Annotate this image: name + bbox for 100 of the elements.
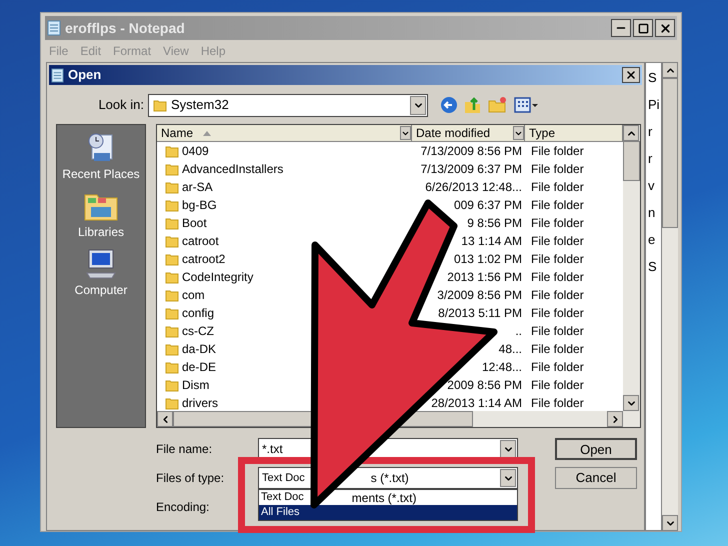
dialog-title: Open bbox=[68, 66, 102, 84]
look-in-label: Look in: bbox=[97, 96, 145, 114]
folder-icon bbox=[165, 252, 179, 266]
file-type: File folder bbox=[530, 215, 584, 232]
cancel-button[interactable]: Cancel bbox=[555, 467, 637, 489]
date-modified: 2013 1:56 PM bbox=[447, 269, 522, 286]
open-button[interactable]: Open bbox=[555, 438, 637, 460]
file-type: File folder bbox=[530, 269, 584, 286]
file-name[interactable]: drivers bbox=[182, 394, 218, 412]
scroll-up-button[interactable] bbox=[623, 125, 639, 141]
column-header[interactable]: Name bbox=[157, 125, 412, 141]
option-text: Text Doc bbox=[261, 490, 304, 506]
file-type: File folder bbox=[530, 341, 584, 358]
option-text: ments (*.txt) bbox=[352, 490, 416, 506]
date-modified: 13 1:14 AM bbox=[461, 233, 522, 250]
folder-icon bbox=[165, 198, 179, 212]
file-name[interactable]: CodeIntegrity bbox=[182, 268, 254, 286]
close-icon bbox=[625, 69, 638, 81]
folder-icon bbox=[153, 98, 167, 112]
file-type: File folder bbox=[530, 377, 584, 394]
file-name[interactable]: com bbox=[182, 286, 205, 304]
sort-up-icon bbox=[203, 130, 212, 136]
file-name[interactable]: bg-BG bbox=[182, 196, 217, 214]
date-modified: 8/2013 5:11 PM bbox=[438, 305, 522, 322]
back-icon[interactable] bbox=[440, 96, 458, 114]
column-header[interactable]: Date modified bbox=[412, 125, 525, 141]
date-modified: 9 8:56 PM bbox=[467, 215, 522, 232]
option-text: All Files bbox=[261, 505, 300, 520]
file-name[interactable]: da-DK bbox=[182, 340, 216, 358]
file-name[interactable]: 0409 bbox=[182, 142, 209, 160]
place-item[interactable]: Computer bbox=[74, 247, 128, 299]
folder-icon bbox=[165, 360, 179, 374]
vertical-scrollbar[interactable] bbox=[662, 62, 678, 531]
file-name[interactable]: de-DE bbox=[182, 358, 216, 376]
date-modified: 12:48... bbox=[482, 359, 522, 376]
file-name[interactable]: cs-CZ bbox=[182, 322, 214, 340]
file-type: File folder bbox=[530, 305, 584, 322]
file-name[interactable]: Boot bbox=[182, 214, 207, 232]
text-fragment: Pi bbox=[648, 98, 661, 111]
file-type-option[interactable]: All Files bbox=[259, 505, 517, 520]
scroll-thumb[interactable] bbox=[623, 141, 640, 181]
file-type: File folder bbox=[530, 161, 584, 178]
notepad-icon bbox=[47, 20, 61, 36]
view-menu-icon[interactable] bbox=[514, 96, 538, 114]
close-icon bbox=[658, 22, 672, 34]
date-modified: 48... bbox=[498, 341, 522, 358]
minimize-button[interactable] bbox=[611, 19, 631, 37]
file-type: File folder bbox=[530, 323, 584, 340]
text-fragment: S bbox=[648, 71, 658, 84]
maximize-button[interactable] bbox=[633, 19, 653, 37]
folder-icon bbox=[165, 270, 179, 284]
scroll-thumb[interactable] bbox=[662, 78, 678, 228]
date-modified: 009 6:37 PM bbox=[454, 197, 522, 214]
folder-icon bbox=[165, 306, 179, 320]
file-type: File folder bbox=[530, 179, 584, 196]
text-fragment: S bbox=[648, 260, 658, 273]
file-name[interactable]: catroot2 bbox=[182, 250, 226, 268]
text-fragment: v bbox=[648, 179, 656, 192]
folder-icon bbox=[165, 180, 179, 194]
file-type: File folder bbox=[530, 197, 584, 214]
look-in-dropdown[interactable]: System32 bbox=[148, 94, 428, 116]
scroll-left-button[interactable] bbox=[157, 411, 173, 427]
file-name[interactable]: ar-SA bbox=[182, 178, 213, 196]
place-item[interactable]: Libraries bbox=[78, 189, 124, 241]
vertical-scrollbar[interactable] bbox=[623, 125, 640, 411]
file-type: File folder bbox=[530, 251, 584, 268]
scroll-right-button[interactable] bbox=[607, 411, 623, 427]
file-name-label: File name: bbox=[156, 441, 214, 458]
date-modified: 013 1:02 PM bbox=[454, 251, 522, 268]
file-name[interactable]: Dism bbox=[182, 376, 210, 394]
date-modified: 2009 8:56 PM bbox=[447, 377, 522, 394]
file-name[interactable]: config bbox=[182, 304, 214, 322]
look-in-value: System32 bbox=[171, 96, 229, 114]
place-item[interactable]: Recent Places bbox=[62, 131, 140, 183]
folder-icon bbox=[165, 324, 179, 338]
file-name[interactable]: catroot bbox=[182, 232, 219, 250]
file-type: File folder bbox=[530, 233, 584, 250]
text-fragment: e bbox=[648, 233, 656, 246]
scroll-down-button[interactable] bbox=[662, 515, 678, 531]
file-type-value: Text Doc bbox=[262, 470, 305, 486]
file-type: File folder bbox=[530, 359, 584, 376]
encoding-label: Encoding: bbox=[156, 499, 210, 516]
scroll-down-button[interactable] bbox=[623, 395, 639, 411]
notepad-icon bbox=[51, 68, 64, 82]
date-modified: 6/26/2013 12:48... bbox=[425, 179, 522, 196]
date-modified: 7/13/2009 6:37 PM bbox=[420, 161, 522, 178]
file-type: File folder bbox=[530, 395, 584, 412]
close-button[interactable] bbox=[655, 19, 675, 37]
file-type: File folder bbox=[530, 287, 584, 304]
text-fragment: r bbox=[648, 152, 654, 165]
file-name[interactable]: AdvancedInstallers bbox=[182, 160, 284, 178]
scroll-up-button[interactable] bbox=[662, 62, 678, 78]
window-title: erofflps - Notepad bbox=[65, 18, 185, 38]
folder-icon bbox=[165, 288, 179, 302]
folder-icon bbox=[165, 144, 179, 158]
date-modified: 7/13/2009 8:56 PM bbox=[420, 143, 522, 160]
file-name-value: *.txt bbox=[262, 441, 283, 458]
close-button[interactable] bbox=[622, 67, 640, 83]
date-modified: 28/2013 1:14 AM bbox=[431, 395, 522, 412]
file-type: File folder bbox=[530, 143, 584, 160]
